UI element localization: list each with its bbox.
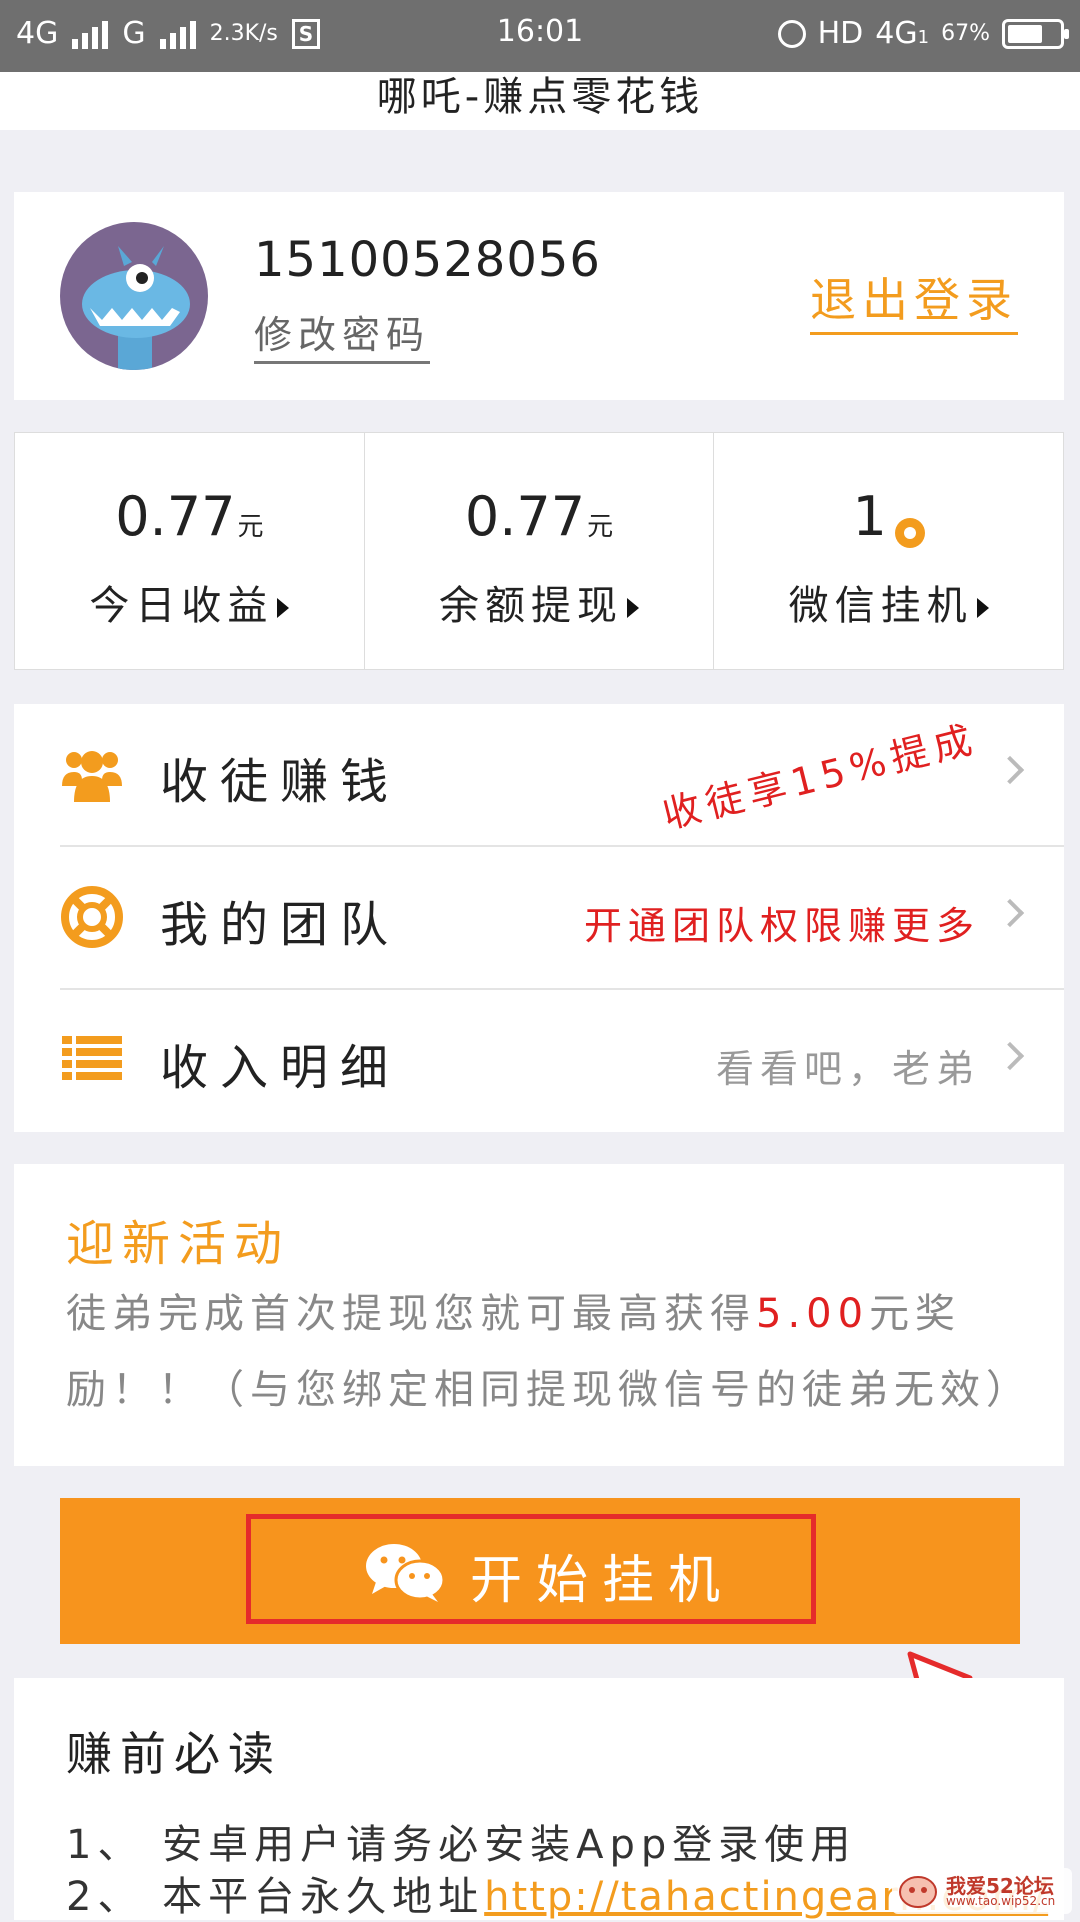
page-title: 哪吒-赚点零花钱 [0, 72, 1080, 130]
chevron-right-icon [995, 898, 1025, 928]
menu-item-income-details[interactable]: 收入明细 看看吧，老弟 [14, 990, 1064, 1133]
promo-amount: 5.00 [756, 1291, 870, 1337]
menu-item-team[interactable]: 我的团队 开通团队权限赚更多 [14, 847, 1064, 990]
battery-icon [1002, 18, 1069, 49]
start-hosting-button[interactable]: 开始挂机 [60, 1498, 1020, 1644]
stat-today-earnings[interactable]: 0.77元 今日收益 [15, 433, 365, 669]
stat-label: 余额提现 [439, 583, 623, 629]
forum-watermark: 我爱52论坛 www.tao.wip52.cn [892, 1868, 1072, 1914]
forum-logo-icon [899, 1876, 937, 1908]
stat-wechat-hosting[interactable]: 1 微信挂机 [714, 433, 1063, 669]
stat-unit: 元 [587, 512, 614, 542]
stat-label: 今日收益 [89, 583, 274, 629]
triangle-right-icon [627, 598, 639, 618]
users-icon [62, 751, 122, 802]
stat-balance-withdraw[interactable]: 0.77元 余额提现 [365, 433, 715, 669]
hd-label: HD [817, 16, 864, 51]
menu-item-label: 收入明细 [160, 1040, 401, 1096]
promo-card: 迎新活动 徒弟完成首次提现您就可最高获得5.00元奖励！！（与您绑定相同提现微信… [14, 1164, 1064, 1466]
notice-line-1: 1、 安卓用户请务必安装App登录使用 [66, 1822, 857, 1868]
lifebuoy-icon [61, 886, 123, 948]
promo-title: 迎新活动 [66, 1216, 291, 1272]
battery-percent: 67% [941, 21, 990, 46]
stat-value: 1 [852, 485, 887, 548]
gear-icon [894, 518, 925, 548]
notice-title: 赚前必读 [66, 1727, 282, 1781]
triangle-right-icon [277, 598, 290, 618]
menu-list: 收徒赚钱 收徒享15%提成 我的团队 开通团队权限赚更多 收入明细 看看吧，老弟 [14, 704, 1064, 1132]
status-bar: 4G G 2.3K/s S 16:01 HD 4G1 67% [0, 0, 1080, 72]
network-label-3: 4G1 [875, 16, 930, 51]
list-icon [62, 1036, 122, 1080]
change-password-link[interactable]: 修改密码 [254, 304, 431, 364]
stat-label: 微信挂机 [788, 583, 973, 629]
chevron-right-icon [995, 1041, 1025, 1071]
promo-text: 徒弟完成首次提现您就可最高获得5.00元奖励！！（与您绑定相同提现微信号的徒弟无… [66, 1291, 1032, 1413]
chevron-right-icon [995, 755, 1025, 785]
menu-item-hint: 开通团队权限赚更多 [583, 904, 980, 948]
triangle-right-icon [976, 598, 989, 618]
menu-item-label: 我的团队 [160, 897, 401, 953]
wechat-icon [366, 1544, 446, 1602]
stat-unit: 元 [237, 512, 264, 542]
stat-value: 0.77 [115, 485, 236, 548]
stats-panel: 0.77元 今日收益 0.77元 余额提现 1 微信挂机 [14, 432, 1064, 670]
monster-avatar-icon [82, 246, 190, 370]
avatar[interactable] [60, 222, 208, 370]
logout-link[interactable]: 退出登录 [810, 264, 1018, 335]
phone-number: 15100528056 [254, 232, 601, 288]
battery-fill [1008, 24, 1042, 43]
watermark-url: www.tao.wip52.cn [946, 1894, 1056, 1908]
stat-value: 0.77 [464, 485, 586, 548]
menu-item-hint: 看看吧，老弟 [715, 1047, 980, 1091]
menu-item-recruit[interactable]: 收徒赚钱 收徒享15%提成 [14, 704, 1064, 847]
profile-card: 15100528056 修改密码 退出登录 [14, 192, 1064, 400]
start-hosting-label: 开始挂机 [470, 1551, 735, 1611]
menu-item-hint: 收徒享15%提成 [657, 716, 982, 838]
alarm-icon [777, 19, 806, 48]
menu-item-label: 收徒赚钱 [160, 754, 401, 810]
